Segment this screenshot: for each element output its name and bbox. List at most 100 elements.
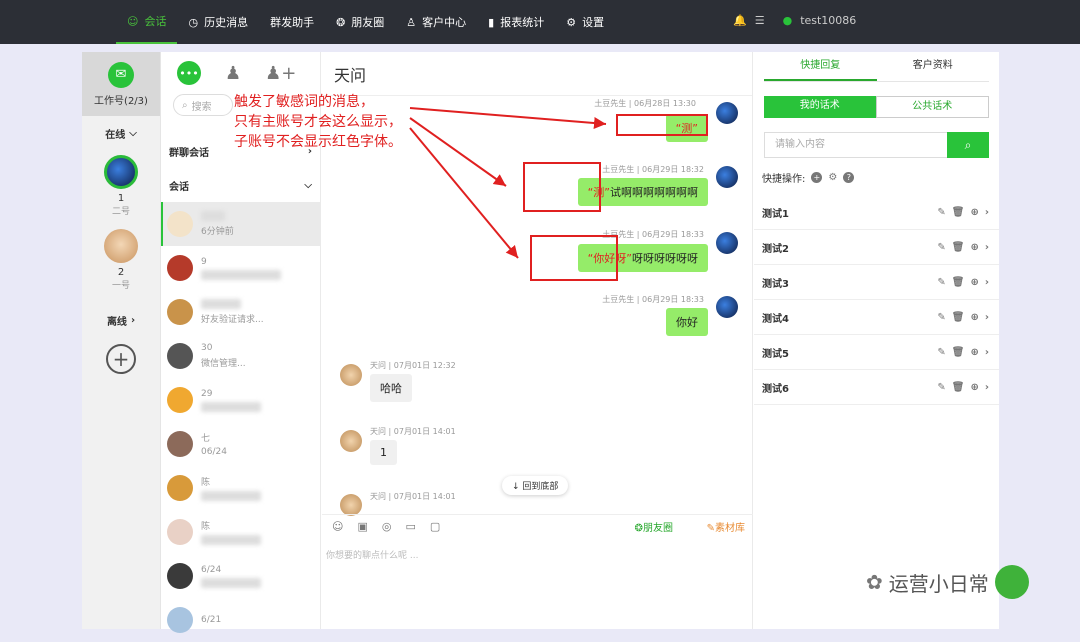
list-item[interactable]: 测试6 ✎ 🗑 ⊕ › (754, 370, 999, 405)
add-icon[interactable]: ⊕ (970, 382, 978, 393)
list-item[interactable]: 6/24 (161, 554, 320, 598)
edit-icon[interactable]: ✎ (937, 347, 945, 358)
folder-icon[interactable]: ▭ (405, 520, 415, 533)
highlight-box (530, 235, 618, 281)
add-icon[interactable]: ⊕ (970, 207, 978, 218)
avatar (167, 563, 193, 589)
nav-moments[interactable]: ❂ 朋友圈 (325, 0, 395, 44)
add-account-button[interactable]: + (106, 344, 136, 374)
list-item[interactable]: 陈 (161, 466, 320, 510)
session-section[interactable]: 会话 ⌵ (161, 168, 320, 202)
list-item[interactable]: 测试2 ✎ 🗑 ⊕ › (754, 230, 999, 265)
app-body: ✉ 工作号(2/3) 在线 ⌵ 1 二号 2 一号 离线 › + ••• ♟ ♟+ … (82, 52, 999, 633)
avatar (716, 232, 738, 254)
highlight-box (523, 162, 601, 212)
nav-settings[interactable]: ⚙ 设置 (555, 0, 615, 44)
add-icon[interactable]: ⊕ (970, 277, 978, 288)
nav-report[interactable]: ▮ 报表统计 (477, 0, 555, 44)
avatar (340, 364, 362, 386)
conversation-list: 6分钟前 9 好友验证请求... 30 微信管理... 29 七 06/24 陈 陈… (161, 202, 320, 642)
edit-icon[interactable]: ✎ (937, 382, 945, 393)
search-button[interactable]: ⌕ (947, 132, 989, 158)
contacts-tab-icon[interactable]: ♟ (225, 63, 241, 84)
add-icon[interactable]: ⊕ (970, 242, 978, 253)
list-item[interactable]: 测试5 ✎ 🗑 ⊕ › (754, 335, 999, 370)
add-friend-icon[interactable]: ♟+ (265, 63, 296, 84)
list-item[interactable]: 30 微信管理... (161, 334, 320, 378)
edit-icon[interactable]: ✎ (937, 242, 945, 253)
avatar (716, 166, 738, 188)
trash-icon[interactable]: 🗑 (952, 207, 965, 218)
chevron-right-icon[interactable]: › (985, 382, 989, 393)
chat-tab-icon[interactable]: ••• (177, 61, 201, 85)
list-item[interactable]: 测试3 ✎ 🗑 ⊕ › (754, 265, 999, 300)
trash-icon[interactable]: 🗑 (952, 347, 965, 358)
add-icon[interactable]: ⊕ (970, 347, 978, 358)
list-item[interactable]: 测试4 ✎ 🗑 ⊕ › (754, 300, 999, 335)
help-icon[interactable]: ? (843, 172, 855, 183)
nav-mass-send[interactable]: 群发助手 (259, 0, 325, 44)
bell-icon[interactable]: 🔔 (733, 14, 747, 27)
list-item[interactable]: 6分钟前 (161, 202, 320, 246)
back-to-bottom-button[interactable]: ↓ 回到底部 (502, 476, 569, 495)
list-item[interactable]: 七 06/24 (161, 422, 320, 466)
nav-history[interactable]: ◷ 历史消息 (177, 0, 259, 44)
moments-link[interactable]: ❂朋友圈 (635, 519, 673, 534)
sticker-icon[interactable]: ◎ (382, 520, 392, 533)
list-item[interactable]: 测试1 ✎ 🗑 ⊕ › (754, 195, 999, 230)
chevron-right-icon[interactable]: › (985, 277, 989, 288)
public-scripts-button[interactable]: 公共话术 (875, 96, 989, 118)
trash-icon[interactable]: 🗑 (952, 277, 965, 288)
message-input[interactable]: 你想要的聊点什么呢 ... (326, 548, 418, 561)
account-column: ✉ 工作号(2/3) 在线 ⌵ 1 二号 2 一号 离线 › + (82, 52, 161, 629)
list-item[interactable]: 9 (161, 246, 320, 290)
account-item[interactable]: 1 二号 (82, 155, 160, 217)
add-icon[interactable]: ⊕ (970, 312, 978, 323)
my-scripts-button[interactable]: 我的话术 (764, 96, 876, 118)
video-icon[interactable]: ▢ (430, 520, 440, 533)
list-item[interactable]: 好友验证请求... (161, 290, 320, 334)
chevron-right-icon: › (130, 315, 136, 326)
message-bubble[interactable]: 你好 (666, 308, 708, 336)
trash-icon[interactable]: 🗑 (952, 382, 965, 393)
quick-search-input[interactable]: 请输入内容 (764, 132, 947, 158)
message-meta: 土豆先生 | 06月28日 13:30 (594, 99, 696, 108)
offline-toggle[interactable]: 离线 › (82, 313, 160, 328)
chevron-right-icon[interactable]: › (985, 347, 989, 358)
tab-customer-info[interactable]: 客户资料 (877, 52, 990, 81)
edit-icon[interactable]: ✎ (937, 207, 945, 218)
search-input[interactable]: ⌕ 搜索 (173, 94, 233, 116)
chevron-right-icon[interactable]: › (985, 242, 989, 253)
avatar (104, 155, 138, 189)
chat-logo-icon (994, 565, 1029, 599)
list-item[interactable]: 29 (161, 378, 320, 422)
chat-toolbar: ☺ ▣ ◎ ▭ ▢ ❂朋友圈 ✎素材库 (322, 514, 753, 538)
material-link[interactable]: ✎素材库 (707, 519, 745, 534)
script-segment: 我的话术 公共话术 (764, 96, 989, 118)
gear-icon[interactable]: ⚙ (828, 172, 837, 183)
work-account-header[interactable]: ✉ 工作号(2/3) (82, 52, 160, 116)
chevron-right-icon[interactable]: › (985, 312, 989, 323)
avatar (167, 387, 193, 413)
nav-customer[interactable]: ♙ 客户中心 (395, 0, 477, 44)
trash-icon[interactable]: 🗑 (952, 242, 965, 253)
list-item[interactable]: 6/21 (161, 598, 320, 642)
chevron-right-icon[interactable]: › (985, 207, 989, 218)
database-icon[interactable]: ☰ (755, 14, 765, 27)
account-item[interactable]: 2 一号 (82, 229, 160, 291)
message-bubble[interactable]: 哈哈 (370, 374, 412, 402)
edit-icon[interactable]: ✎ (937, 277, 945, 288)
tab-quick-reply[interactable]: 快捷回复 (764, 52, 877, 81)
trash-icon[interactable]: 🗑 (952, 312, 965, 323)
edit-icon[interactable]: ✎ (937, 312, 945, 323)
list-item[interactable]: 陈 (161, 510, 320, 554)
quick-reply-list: 测试1 ✎ 🗑 ⊕ › 测试2 ✎ 🗑 ⊕ › 测试3 ✎ 🗑 ⊕ › 测试4 ✎ 🗑 ⊕ › 测试5 ✎ 🗑 ⊕ › … (754, 195, 999, 405)
avatar (104, 229, 138, 263)
emoji-icon[interactable]: ☺ (332, 520, 343, 533)
add-icon[interactable]: + (811, 172, 823, 183)
image-icon[interactable]: ▣ (357, 520, 367, 533)
nav-chat[interactable]: ☺ 会话 (116, 0, 178, 44)
message-bubble[interactable]: 1 (370, 440, 397, 465)
username[interactable]: test10086 (800, 14, 856, 27)
online-toggle[interactable]: 在线 ⌵ (82, 126, 160, 141)
